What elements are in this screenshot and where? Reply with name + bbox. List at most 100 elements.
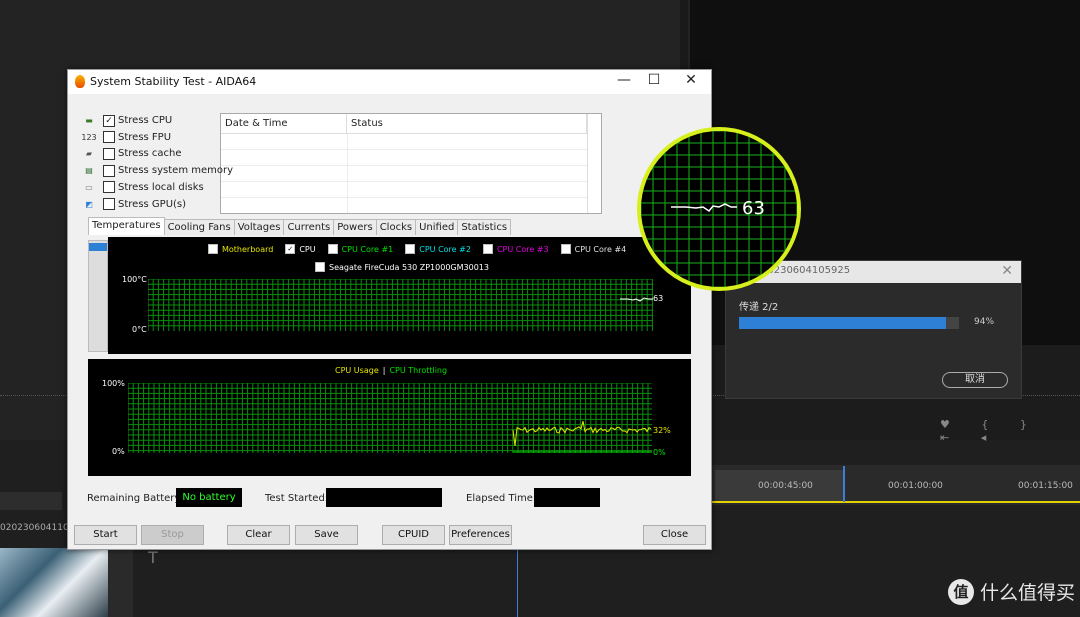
- tab-powers[interactable]: Powers: [333, 219, 377, 235]
- close-icon[interactable]: ✕: [1001, 263, 1013, 279]
- clear-button[interactable]: Clear: [227, 525, 290, 545]
- legend-item[interactable]: Motherboard: [208, 244, 273, 254]
- magnifier-callout: 63: [637, 127, 801, 291]
- temperature-plot: [148, 279, 653, 331]
- scrollbar-track[interactable]: [587, 114, 588, 213]
- legend-item[interactable]: CPU Core #2: [405, 244, 471, 254]
- maximize-button[interactable]: ☐: [639, 72, 669, 88]
- cancel-button[interactable]: 取消: [942, 372, 1008, 388]
- scroll-thumb[interactable]: [89, 243, 107, 251]
- log-table[interactable]: Date & Time Status: [220, 113, 602, 214]
- stress-checkbox[interactable]: [103, 164, 115, 177]
- legend-label: CPU Core #2: [419, 244, 471, 254]
- legend-label: CPU: [299, 244, 316, 254]
- stress-checkbox[interactable]: [103, 131, 115, 144]
- stress-option-label: Stress local disks: [118, 181, 204, 193]
- save-button[interactable]: Save: [295, 525, 358, 545]
- playhead-line: [517, 548, 518, 617]
- magnified-grid: [641, 131, 797, 287]
- progress-bar: [739, 317, 959, 329]
- battery-label: Remaining Battery:: [87, 493, 183, 504]
- legend-item[interactable]: CPU Core #4: [560, 244, 627, 254]
- legend-checkbox[interactable]: [208, 244, 218, 254]
- timecode-label: 00:00:45:00: [758, 481, 813, 491]
- stress-checkbox[interactable]: [103, 147, 115, 160]
- window-titlebar[interactable]: System Stability Test - AIDA64 — ☐ ✕: [68, 70, 711, 94]
- type-tool-icon[interactable]: T: [148, 548, 158, 567]
- stress-option-label: Stress system memory: [118, 165, 234, 177]
- stress-option-row[interactable]: ▬ ✓ Stress CPU: [82, 113, 172, 128]
- tab-cooling-fans[interactable]: Cooling Fans: [163, 219, 235, 235]
- table-row: [221, 150, 587, 166]
- cache-chip-icon: ▰: [85, 149, 93, 159]
- tab-unified[interactable]: Unified: [415, 219, 459, 235]
- preferences-button[interactable]: Preferences: [449, 525, 512, 545]
- stress-option-row[interactable]: ▭ Stress local disks: [82, 180, 204, 195]
- close-window-button[interactable]: ✕: [676, 72, 706, 88]
- stop-button[interactable]: Stop: [141, 525, 204, 545]
- legend-item[interactable]: ✓ CPU: [285, 244, 316, 254]
- cpuid-button[interactable]: CPUID: [382, 525, 445, 545]
- legend-checkbox[interactable]: [315, 262, 325, 272]
- column-header-datetime[interactable]: Date & Time: [221, 114, 347, 134]
- progress-bar-fill: [739, 317, 946, 329]
- close-button[interactable]: Close: [643, 525, 706, 545]
- stress-option-label: Stress FPU: [118, 131, 172, 143]
- playhead-marker[interactable]: [843, 466, 845, 502]
- memory-module-icon: ▤: [85, 166, 93, 176]
- legend-label: CPU Core #4: [574, 244, 627, 254]
- temperature-legend: Seagate FireCuda 530 ZP1000GM30013: [315, 262, 501, 272]
- clip-thumbnail[interactable]: [0, 548, 108, 617]
- tab-temperatures[interactable]: Temperatures: [88, 217, 165, 235]
- cpu-usage-plot: [128, 383, 652, 453]
- y-axis-max-label: 100%: [102, 379, 125, 388]
- gpu-card-icon: ◩: [85, 199, 93, 209]
- tab-currents[interactable]: Currents: [283, 219, 335, 235]
- watermark-text: 什么值得买: [980, 582, 1076, 604]
- legend-label: Motherboard: [222, 244, 274, 254]
- legend-item[interactable]: CPU Core #3: [482, 244, 549, 254]
- chart-scroll-indicator[interactable]: [88, 240, 108, 352]
- battery-value: No battery: [176, 488, 242, 507]
- elapsed-time-label: Elapsed Time:: [466, 493, 537, 504]
- stress-checkbox[interactable]: [103, 198, 115, 210]
- tab-voltages[interactable]: Voltages: [233, 219, 285, 235]
- legend-checkbox[interactable]: [482, 244, 493, 254]
- legend-separator: |: [382, 366, 386, 375]
- start-button[interactable]: Start: [74, 525, 137, 545]
- magnified-temperature-plot: [641, 131, 797, 287]
- column-header-status[interactable]: Status: [347, 114, 587, 134]
- tab-clocks[interactable]: Clocks: [375, 219, 417, 235]
- minimize-button[interactable]: —: [609, 72, 639, 88]
- stress-option-label: Stress GPU(s): [118, 198, 187, 210]
- y-axis-max-label: 100°C: [122, 275, 147, 284]
- y-axis-min-label: 0%: [112, 447, 125, 456]
- stress-option-label: Stress CPU: [118, 115, 173, 126]
- stress-checkbox[interactable]: ✓: [103, 114, 115, 127]
- legend-checkbox[interactable]: [405, 244, 416, 254]
- cpu-chip-icon: ▬: [85, 116, 93, 125]
- cpu-usage-current-value: 32%: [653, 426, 671, 435]
- legend-label: Seagate FireCuda 530 ZP1000GM30013: [329, 262, 489, 272]
- watermark-logo-icon: 值: [948, 578, 974, 605]
- tab-statistics[interactable]: Statistics: [457, 219, 512, 235]
- disk-drive-icon: ▭: [85, 182, 93, 192]
- stress-checkbox[interactable]: [103, 181, 115, 194]
- test-started-label: Test Started:: [265, 493, 329, 504]
- current-temperature-value: 63: [653, 294, 664, 303]
- legend-checkbox[interactable]: ✓: [285, 244, 296, 254]
- legend-checkbox[interactable]: [327, 244, 338, 254]
- legend-item[interactable]: Seagate FireCuda 530 ZP1000GM30013: [315, 262, 489, 272]
- cpu-usage-grid: [128, 383, 652, 453]
- magnified-temperature-line: [671, 203, 737, 213]
- stress-option-row[interactable]: ▤ Stress system memory: [82, 163, 233, 178]
- playback-controls[interactable]: ♥ { } ⇤ ◂: [940, 418, 1080, 444]
- stress-option-row[interactable]: ▰ Stress cache: [82, 146, 182, 161]
- stress-option-row[interactable]: ◩ Stress GPU(s): [82, 197, 186, 212]
- project-tab[interactable]: [0, 492, 62, 510]
- legend-label: CPU Core #3: [496, 244, 549, 254]
- window-title: System Stability Test - AIDA64: [90, 75, 257, 88]
- legend-item[interactable]: CPU Core #1: [327, 244, 393, 254]
- legend-checkbox[interactable]: [560, 244, 571, 254]
- stress-option-row[interactable]: 123 Stress FPU: [81, 130, 172, 145]
